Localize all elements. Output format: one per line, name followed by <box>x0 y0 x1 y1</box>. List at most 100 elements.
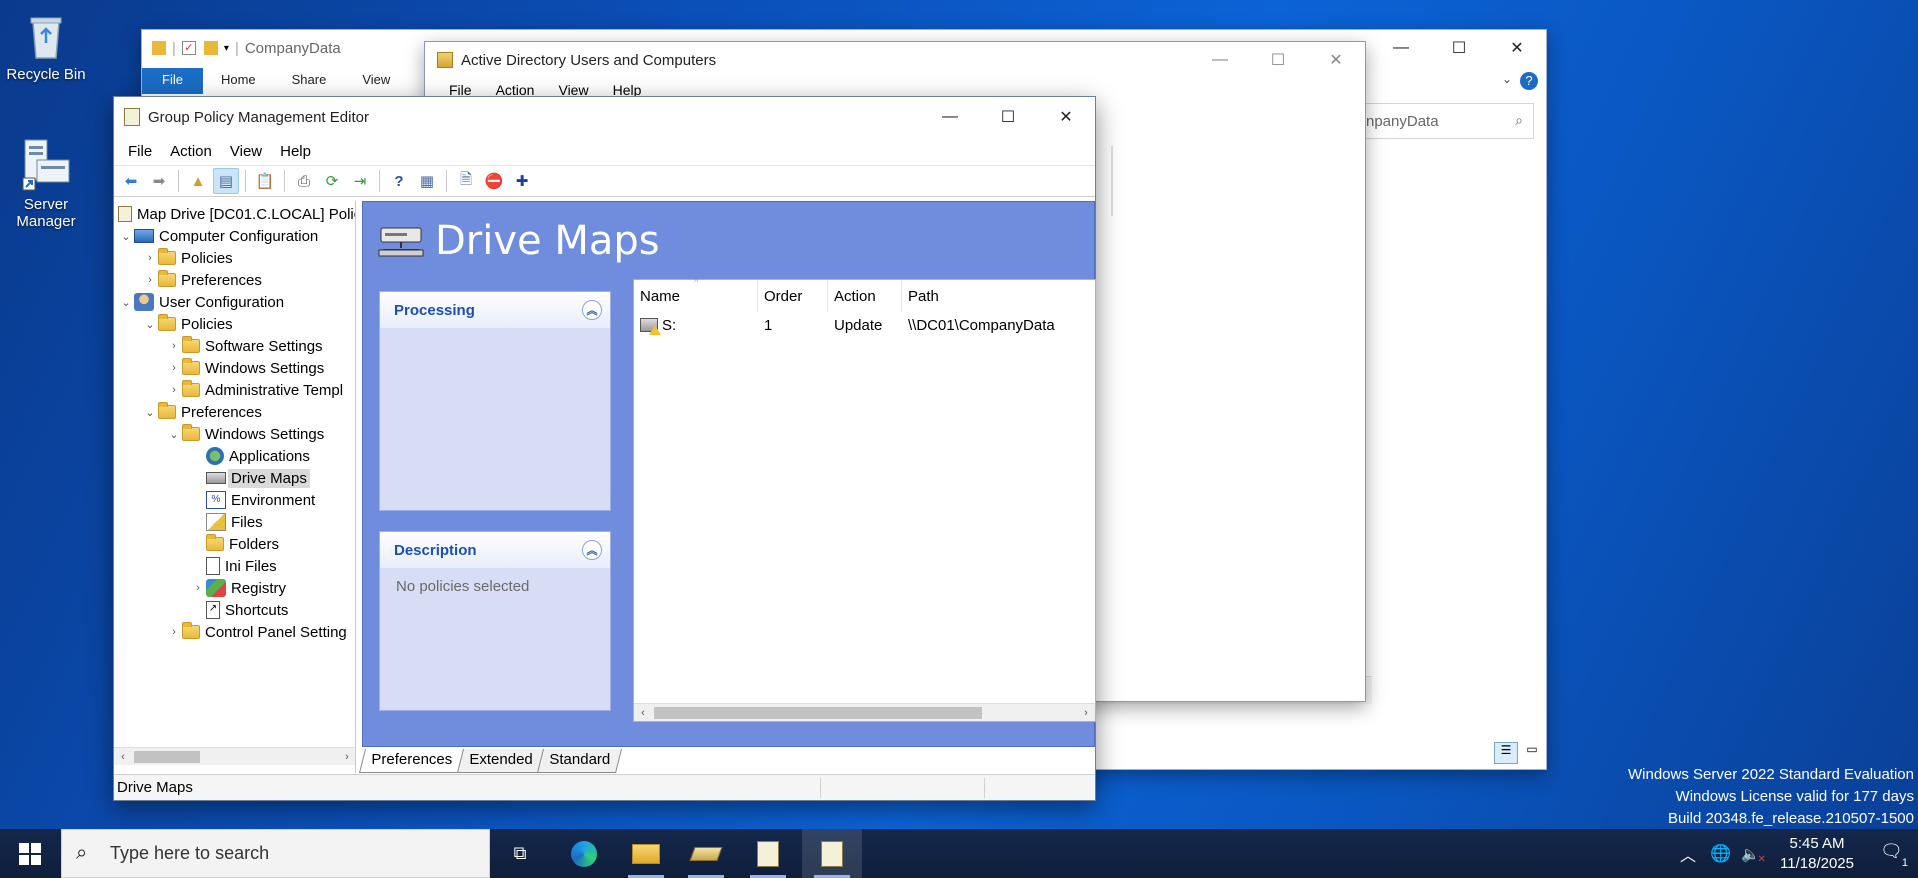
tree-node-ini-files[interactable]: Ini Files <box>206 555 277 577</box>
tree-node-windows-settings-preferences[interactable]: ⌄ Windows Settings <box>166 423 324 445</box>
details-view-button[interactable]: ☰ <box>1494 742 1518 764</box>
tree-node-user-preferences[interactable]: ⌄ Preferences <box>142 401 262 423</box>
up-folder-icon[interactable]: ▲ <box>185 168 211 194</box>
menu-view[interactable]: View <box>230 143 262 160</box>
chevron-right-icon[interactable]: › <box>190 582 206 594</box>
ribbon-tab-share[interactable]: Share <box>274 68 345 94</box>
paste-icon[interactable]: 📋 <box>252 168 278 194</box>
scroll-left-icon[interactable]: ‹ <box>114 748 132 766</box>
explorer-search-box[interactable]: npanyData ⌕ <box>1359 103 1534 139</box>
scroll-left-icon[interactable]: ‹ <box>634 704 652 722</box>
scroll-right-icon[interactable]: › <box>1077 704 1095 722</box>
tab-preferences[interactable]: Preferences <box>359 749 464 773</box>
volume-muted-icon[interactable]: 🔈 ✕ <box>1741 845 1766 865</box>
show-hide-action-pane-icon[interactable]: ▦ <box>414 168 440 194</box>
minimize-button[interactable]: — <box>1372 30 1430 66</box>
back-icon[interactable]: ⬅ <box>118 168 144 194</box>
chevron-right-icon[interactable]: › <box>142 252 158 264</box>
menu-file[interactable]: File <box>128 143 152 160</box>
scroll-right-icon[interactable]: › <box>338 748 355 766</box>
taskbar-edge[interactable] <box>554 829 614 878</box>
taskbar-gpme[interactable] <box>802 829 862 878</box>
tree-node-shortcuts[interactable]: ↗ Shortcuts <box>206 599 288 621</box>
print-icon[interactable]: ⎙ <box>291 168 317 194</box>
taskbar-search-box[interactable]: ⌕ Type here to search <box>61 829 490 878</box>
maximize-button[interactable]: ☐ <box>1430 30 1488 66</box>
close-button[interactable]: ✕ <box>1307 42 1365 78</box>
tree-node-applications[interactable]: Applications <box>206 445 310 467</box>
show-hide-tree-icon[interactable]: ▤ <box>213 168 239 194</box>
menu-action[interactable]: Action <box>170 143 212 160</box>
help-icon[interactable]: ? <box>386 168 412 194</box>
task-view-button[interactable]: ⧉ <box>490 829 550 878</box>
chevron-down-icon[interactable]: ⌄ <box>118 296 134 309</box>
minimize-button[interactable]: — <box>1191 42 1249 78</box>
scrollbar-thumb[interactable] <box>134 751 200 763</box>
collapse-chevron-icon[interactable]: ︽ <box>582 540 602 560</box>
chevron-right-icon[interactable]: › <box>166 362 182 374</box>
tree-node-environment[interactable]: % Environment <box>206 489 315 511</box>
tree-node-user-policies[interactable]: ⌄ Policies <box>142 313 233 335</box>
add-icon[interactable]: ✚ <box>509 168 535 194</box>
chevron-down-icon[interactable]: ⌄ <box>118 230 134 243</box>
server-manager-desktop-icon[interactable]: Server Manager <box>0 138 92 230</box>
tree-node-computer-policies[interactable]: › Policies <box>142 247 233 269</box>
tree-node-folders[interactable]: Folders <box>206 533 279 555</box>
tree-horizontal-scrollbar[interactable]: ‹ › <box>114 747 355 766</box>
tree-node-drive-maps[interactable]: Drive Maps <box>206 467 310 489</box>
show-hidden-icons-icon[interactable]: ︿ <box>1680 842 1696 866</box>
forward-icon[interactable]: ➡ <box>146 168 172 194</box>
tree-node-windows-settings-policies[interactable]: › Windows Settings <box>166 357 324 379</box>
menu-help[interactable]: Help <box>280 143 311 160</box>
ribbon-expand-icon[interactable]: ⌄ <box>1502 72 1512 86</box>
column-path[interactable]: Path <box>902 280 1097 312</box>
network-icon[interactable]: 🌐 <box>1710 844 1731 864</box>
chevron-right-icon[interactable]: › <box>142 274 158 286</box>
tree-node-computer-preferences[interactable]: › Preferences <box>142 269 262 291</box>
drive-maps-list[interactable]: Name ^ Order Action Path S: 1 Update \\D… <box>633 277 1097 722</box>
taskbar-server-manager[interactable] <box>676 829 736 878</box>
collapse-chevron-icon[interactable]: ︽ <box>582 300 602 320</box>
properties-icon[interactable]: 🗎 <box>453 168 479 194</box>
help-icon[interactable]: ? <box>1520 72 1538 90</box>
taskbar-file-explorer[interactable] <box>616 829 676 878</box>
chevron-down-icon[interactable]: ⌄ <box>142 406 158 419</box>
chevron-right-icon[interactable]: › <box>166 384 182 396</box>
stop-icon[interactable]: ⛔ <box>481 168 507 194</box>
ribbon-tab-view[interactable]: View <box>344 68 408 94</box>
close-button[interactable]: ✕ <box>1037 97 1095 137</box>
taskbar-clock[interactable]: 5:45 AM 11/18/2025 <box>1780 834 1854 874</box>
chevron-down-icon[interactable]: ⌄ <box>166 428 182 441</box>
maximize-button[interactable]: ☐ <box>1249 42 1307 78</box>
new-folder-icon[interactable] <box>203 41 218 55</box>
gpme-window[interactable]: Group Policy Management Editor — ☐ ✕ Fil… <box>113 96 1096 801</box>
tree-root[interactable]: Map Drive [DC01.C.LOCAL] Policy <box>118 203 355 225</box>
minimize-button[interactable]: — <box>921 97 979 137</box>
ribbon-tab-file[interactable]: File <box>142 68 203 94</box>
tab-standard[interactable]: Standard <box>537 749 623 773</box>
tree-node-control-panel-settings[interactable]: › Control Panel Setting <box>166 621 347 643</box>
table-row[interactable]: S: 1 Update \\DC01\CompanyData <box>634 313 1095 337</box>
refresh-icon[interactable]: ⟳ <box>319 168 345 194</box>
ribbon-tab-home[interactable]: Home <box>203 68 274 94</box>
tree-node-files[interactable]: Files <box>206 511 263 533</box>
list-horizontal-scrollbar[interactable]: ‹ › <box>634 703 1095 721</box>
action-center-button[interactable]: 🗨 1 <box>1880 841 1908 869</box>
tree-node-software-settings[interactable]: › Software Settings <box>166 335 323 357</box>
tree-node-computer-configuration[interactable]: ⌄ Computer Configuration <box>118 225 318 247</box>
column-order[interactable]: Order <box>758 280 828 312</box>
maximize-button[interactable]: ☐ <box>979 97 1037 137</box>
chevron-right-icon[interactable]: › <box>166 340 182 352</box>
scrollbar-thumb[interactable] <box>654 707 982 719</box>
start-button[interactable] <box>0 829 60 878</box>
tree-node-registry[interactable]: › Registry <box>190 577 286 599</box>
close-button[interactable]: ✕ <box>1488 30 1546 66</box>
chevron-right-icon[interactable]: › <box>166 626 182 638</box>
large-icons-view-button[interactable]: ▭ <box>1520 742 1544 764</box>
tab-extended[interactable]: Extended <box>456 749 545 773</box>
export-list-icon[interactable]: ⇥ <box>347 168 373 194</box>
properties-icon[interactable]: ✓ <box>181 41 196 55</box>
taskbar-aduc[interactable] <box>738 829 798 878</box>
tree-node-administrative-templates[interactable]: › Administrative Templ <box>166 379 343 401</box>
recycle-bin-desktop-icon[interactable]: Recycle Bin <box>0 8 92 83</box>
